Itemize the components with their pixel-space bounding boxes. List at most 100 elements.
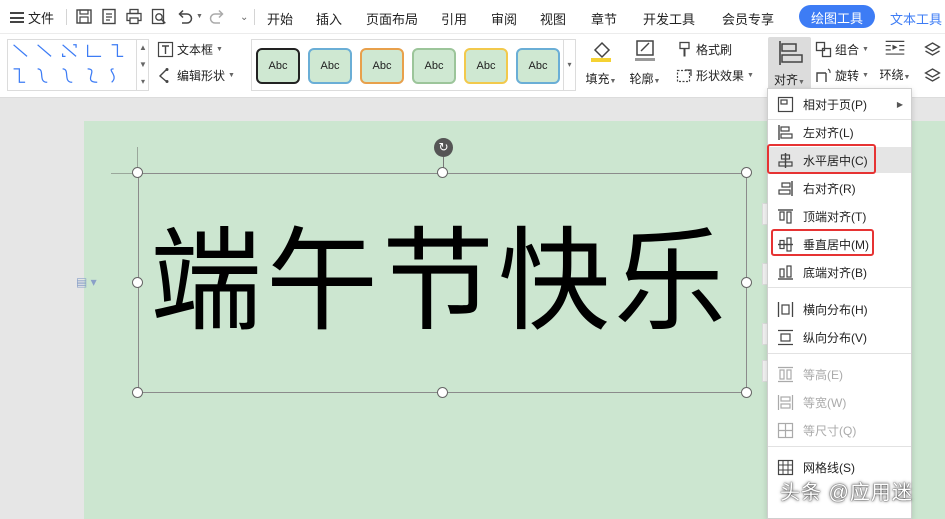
- shape-gallery[interactable]: [7, 39, 149, 91]
- tab-page-layout[interactable]: 页面布局: [366, 9, 418, 28]
- resize-handle-bottom[interactable]: [437, 387, 448, 398]
- rotate-button[interactable]: 旋转 ▼: [815, 67, 869, 84]
- quick-access-more-icon[interactable]: ⌄: [240, 12, 248, 23]
- resize-handle-left[interactable]: [132, 277, 143, 288]
- shape-effect-label: 形状效果: [696, 69, 745, 83]
- same-width-icon: [777, 394, 794, 411]
- textbox-button[interactable]: 文本框 ▼: [157, 41, 223, 58]
- style-sample-label: Abc: [424, 60, 444, 72]
- menu-item-label: 右对齐(R): [803, 181, 856, 196]
- layer-forward-icon: [924, 41, 941, 58]
- style-gallery-more[interactable]: ▾: [563, 40, 575, 90]
- menu-bar: 文件 ▼ ⌄ 开始 插入 页面布局 引用 审阅 视图 章节 开发工具 会员专享 …: [0, 0, 945, 34]
- shape-style-5[interactable]: Abc: [464, 48, 508, 84]
- tab-view[interactable]: 视图: [540, 9, 566, 28]
- shape-style-2[interactable]: Abc: [308, 48, 352, 84]
- menu-item-same-size: 等尺寸(Q): [768, 417, 911, 443]
- shape-effect-button[interactable]: 形状效果 ▼: [676, 67, 754, 84]
- chevron-down-icon: ▼: [747, 72, 754, 79]
- style-sample-label: Abc: [476, 60, 496, 72]
- file-menu-label: 文件: [28, 11, 55, 26]
- style-sample-label: Abc: [320, 60, 340, 72]
- tab-insert[interactable]: 插入: [316, 9, 342, 28]
- shape-style-1[interactable]: Abc: [256, 48, 300, 84]
- menu-item-relative-to-page[interactable]: 相对于页(P) ▶: [768, 91, 911, 117]
- outline-label: 轮廓: [629, 72, 654, 86]
- undo-dropdown-icon[interactable]: ▼: [196, 13, 203, 20]
- menu-item-align-right[interactable]: 右对齐(R): [768, 175, 911, 201]
- menu-item-align-left[interactable]: 左对齐(L): [768, 119, 911, 145]
- shape-gallery-scroll[interactable]: ▲ ▼ ▾: [136, 39, 149, 91]
- tab-references[interactable]: 引用: [441, 9, 467, 28]
- print-preview-icon[interactable]: [150, 8, 168, 25]
- send-backward-button[interactable]: [924, 67, 941, 84]
- print-icon[interactable]: [125, 8, 143, 25]
- format-brush-button[interactable]: 格式刷: [676, 41, 732, 58]
- menu-item-label: 左对齐(L): [803, 125, 854, 140]
- align-icon: [778, 41, 803, 65]
- redo-icon[interactable]: [208, 8, 226, 25]
- edit-shape-button[interactable]: 编辑形状 ▼: [157, 67, 235, 84]
- resize-handle-right[interactable]: [741, 277, 752, 288]
- resize-handle-bottom-right[interactable]: [741, 387, 752, 398]
- menu-item-distribute-vertical[interactable]: 纵向分布(V): [768, 324, 911, 350]
- shape-style-4[interactable]: Abc: [412, 48, 456, 84]
- wrap-button[interactable]: 环绕▼: [878, 38, 912, 83]
- edit-shape-label: 编辑形状: [177, 69, 226, 83]
- outline-button[interactable]: 轮廓▼: [627, 38, 663, 87]
- menu-item-distribute-horizontal[interactable]: 横向分布(H): [768, 296, 911, 322]
- textbox-label: 文本框: [177, 43, 214, 57]
- same-height-icon: [777, 366, 794, 383]
- align-left-icon: [777, 124, 794, 141]
- shape-style-6[interactable]: Abc: [516, 48, 560, 84]
- rotate-handle-icon[interactable]: ↻: [434, 138, 453, 157]
- tab-home[interactable]: 开始: [267, 9, 293, 28]
- align-bottom-icon: [777, 264, 794, 281]
- menu-separator: [254, 9, 255, 25]
- align-right-icon: [777, 180, 794, 197]
- tab-drawing-tools[interactable]: 绘图工具: [799, 5, 876, 28]
- shape-effect-icon: [676, 67, 693, 84]
- menu-item-label: 相对于页(P): [803, 97, 867, 112]
- menu-item-align-bottom[interactable]: 底端对齐(B): [768, 259, 911, 285]
- undo-icon[interactable]: [176, 8, 194, 25]
- highlight-box-horizontal-center: [767, 144, 876, 174]
- submenu-arrow-icon: ▶: [896, 99, 903, 109]
- menu-separator: [768, 287, 911, 288]
- menu-item-same-width: 等宽(W): [768, 389, 911, 415]
- resize-handle-top-left[interactable]: [132, 167, 143, 178]
- same-size-icon: [777, 422, 794, 439]
- file-menu[interactable]: 文件: [10, 8, 54, 27]
- save-icon[interactable]: [75, 8, 93, 25]
- edit-shape-icon: [157, 67, 174, 84]
- tab-sections[interactable]: 章节: [591, 9, 617, 28]
- wrap-label: 环绕: [879, 68, 904, 82]
- menu-item-label: 底端对齐(B): [803, 265, 867, 280]
- style-sample-label: Abc: [528, 60, 548, 72]
- format-brush-icon: [676, 41, 693, 58]
- align-button[interactable]: 对齐▼: [768, 37, 811, 91]
- group-button[interactable]: 组合 ▼: [815, 41, 869, 58]
- tab-text-tools[interactable]: 文本工具: [890, 9, 942, 28]
- fill-button[interactable]: 填充▼: [583, 38, 619, 87]
- tab-developer[interactable]: 开发工具: [643, 9, 695, 28]
- tab-review[interactable]: 审阅: [491, 9, 517, 28]
- menu-item-label: 横向分布(H): [803, 302, 868, 317]
- shape-style-gallery: Abc Abc Abc Abc Abc Abc ▾: [251, 39, 576, 91]
- resize-handle-top-right[interactable]: [741, 167, 752, 178]
- export-pdf-icon[interactable]: [100, 8, 118, 25]
- style-sample-label: Abc: [372, 60, 392, 72]
- tab-member[interactable]: 会员专享: [722, 9, 774, 28]
- textbox-content[interactable]: 端午节快乐: [150, 214, 750, 350]
- shape-style-3[interactable]: Abc: [360, 48, 404, 84]
- fill-label: 填充: [585, 72, 610, 86]
- resize-handle-bottom-left[interactable]: [132, 387, 143, 398]
- outline-icon: [635, 40, 655, 61]
- bring-forward-button[interactable]: [924, 41, 941, 58]
- document-outline-icon[interactable]: ▤ ▾: [76, 275, 97, 289]
- menu-item-label: 顶端对齐(T): [803, 209, 867, 224]
- resize-handle-top[interactable]: [437, 167, 448, 178]
- chevron-down-icon: ▼: [216, 46, 223, 53]
- menu-item-align-top[interactable]: 顶端对齐(T): [768, 203, 911, 229]
- watermark: 头条 @应用迷: [780, 482, 913, 504]
